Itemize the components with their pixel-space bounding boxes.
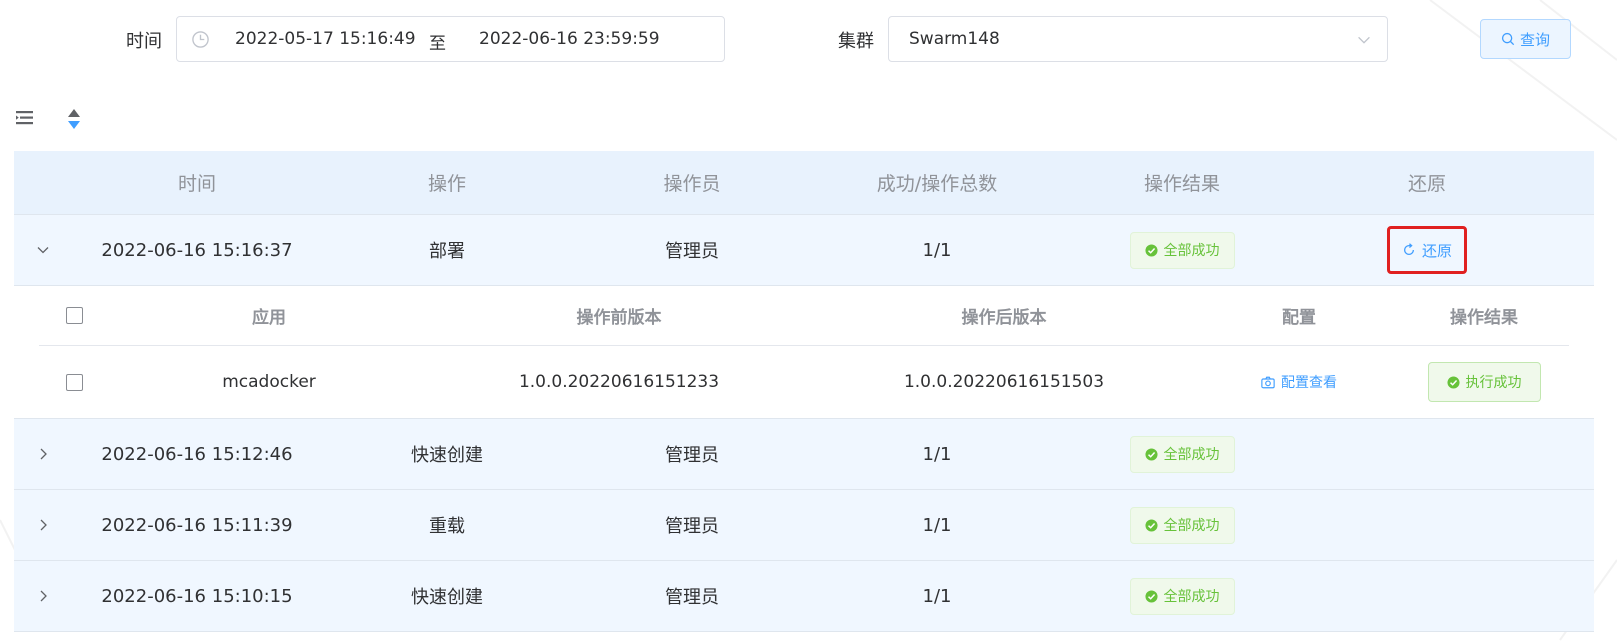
row-operator: 管理员 xyxy=(665,241,719,262)
time-filter-label: 时间 xyxy=(126,31,162,52)
row-result: 全部成功 xyxy=(1062,435,1302,473)
cluster-select-value: Swarm148 xyxy=(909,29,1000,49)
table-row[interactable]: 2022-06-16 15:10:15 快速创建 管理员 1/1 全部成功 xyxy=(14,561,1594,632)
start-date-input[interactable]: 2022-05-17 15:16:49 xyxy=(235,29,416,49)
row-time: 2022-06-16 15:12:46 xyxy=(101,443,293,465)
detail-result-cell: 执行成功 xyxy=(1399,362,1569,402)
restore-button[interactable]: 还原 xyxy=(1386,226,1467,274)
check-circle-icon xyxy=(1144,589,1158,603)
header-count: 成功/操作总数 xyxy=(876,173,998,195)
row-time: 2022-06-16 15:11:39 xyxy=(101,514,293,536)
date-range-picker[interactable]: 2022-05-17 15:16:49 至 2022-06-16 23:59:5… xyxy=(176,16,725,62)
chevron-right-icon xyxy=(40,448,47,460)
expand-toggle[interactable] xyxy=(14,518,72,532)
row-operator: 管理员 xyxy=(665,587,719,608)
row-select-cell xyxy=(39,373,109,391)
table-row[interactable]: 2022-06-16 15:12:46 快速创建 管理员 1/1 全部成功 xyxy=(14,419,1594,490)
row-count: 1/1 xyxy=(922,514,952,536)
detail-header-app: 应用 xyxy=(252,308,286,328)
detail-row[interactable]: mcadocker 1.0.0.20220616151233 1.0.0.202… xyxy=(39,346,1569,418)
end-date-input[interactable]: 2022-06-16 23:59:59 xyxy=(479,29,660,49)
status-badge-label: 全部成功 xyxy=(1163,589,1220,605)
execution-status-label: 执行成功 xyxy=(1465,375,1522,391)
column-settings-icon[interactable] xyxy=(16,110,34,126)
chevron-right-icon xyxy=(40,519,47,531)
detail-config-cell: 配置查看 xyxy=(1199,372,1399,392)
row-operation: 部署 xyxy=(429,241,465,262)
row-count: 1/1 xyxy=(922,443,952,465)
header-time: 时间 xyxy=(177,173,216,195)
status-badge-label: 全部成功 xyxy=(1163,447,1220,463)
sort-icon[interactable] xyxy=(67,108,81,130)
detail-after-version: 1.0.0.20220616151503 xyxy=(903,372,1105,392)
table-header: 时间 操作 操作员 成功/操作总数 操作结果 还原 xyxy=(14,151,1594,215)
detail-header: 应用 操作前版本 操作后版本 配置 操作结果 xyxy=(39,286,1569,346)
expand-toggle[interactable] xyxy=(14,447,72,461)
chevron-down-icon xyxy=(1358,36,1370,44)
header-operator: 操作员 xyxy=(663,173,721,195)
view-config-label: 配置查看 xyxy=(1281,375,1337,391)
row-restore: 还原 xyxy=(1302,226,1552,274)
execution-status-badge: 执行成功 xyxy=(1427,362,1541,402)
range-separator: 至 xyxy=(429,34,446,54)
header-operation: 操作 xyxy=(427,173,466,195)
camera-icon xyxy=(1261,376,1275,388)
detail-header-result: 操作结果 xyxy=(1450,308,1518,328)
detail-header-after: 操作后版本 xyxy=(961,308,1047,328)
row-operation: 快速创建 xyxy=(411,445,483,466)
status-badge: 全部成功 xyxy=(1129,577,1235,615)
table-row[interactable]: 2022-06-16 15:11:39 重载 管理员 1/1 全部成功 xyxy=(14,490,1594,561)
chevron-right-icon xyxy=(40,590,47,602)
row-time: 2022-06-16 15:16:37 xyxy=(101,239,293,261)
row-count: 1/1 xyxy=(922,239,952,261)
restore-button-label: 还原 xyxy=(1421,241,1452,260)
cluster-select[interactable]: Swarm148 xyxy=(888,16,1388,62)
detail-header-before: 操作前版本 xyxy=(576,308,662,328)
row-operator: 管理员 xyxy=(665,516,719,537)
check-circle-icon xyxy=(1144,243,1158,257)
check-circle-icon xyxy=(1446,375,1460,389)
view-config-button[interactable]: 配置查看 xyxy=(1261,372,1337,392)
clock-icon xyxy=(192,31,209,48)
status-badge: 全部成功 xyxy=(1129,506,1235,544)
cluster-filter-label: 集群 xyxy=(838,31,874,52)
search-icon xyxy=(1501,32,1515,46)
row-result: 全部成功 xyxy=(1062,577,1302,615)
check-circle-icon xyxy=(1144,518,1158,532)
status-badge-label: 全部成功 xyxy=(1163,518,1220,534)
header-result: 操作结果 xyxy=(1143,173,1220,195)
chevron-down-icon xyxy=(37,247,49,254)
select-all-checkbox[interactable] xyxy=(65,307,83,324)
select-all-cell xyxy=(39,307,109,324)
detail-header-config: 配置 xyxy=(1282,308,1316,328)
refresh-icon xyxy=(1403,243,1415,256)
row-operator: 管理员 xyxy=(665,445,719,466)
expand-toggle[interactable] xyxy=(14,589,72,603)
row-checkbox[interactable] xyxy=(65,373,83,391)
row-count: 1/1 xyxy=(922,585,952,607)
status-badge-label: 全部成功 xyxy=(1163,243,1220,259)
collapse-toggle[interactable] xyxy=(14,243,72,257)
row-time: 2022-06-16 15:10:15 xyxy=(101,585,293,607)
status-badge: 全部成功 xyxy=(1129,435,1235,473)
row-operation: 快速创建 xyxy=(411,587,483,608)
row-detail-panel: 应用 操作前版本 操作后版本 配置 操作结果 mcadocker 1.0.0.2… xyxy=(14,286,1594,419)
detail-before-version: 1.0.0.20220616151233 xyxy=(518,372,720,392)
query-button[interactable]: 查询 xyxy=(1480,19,1571,59)
row-result: 全部成功 xyxy=(1062,506,1302,544)
header-restore: 还原 xyxy=(1407,173,1446,195)
status-badge: 全部成功 xyxy=(1129,231,1235,269)
check-circle-icon xyxy=(1144,447,1158,461)
table-row[interactable]: 2022-06-16 15:16:37 部署 管理员 1/1 全部成功 还原 xyxy=(14,215,1594,286)
row-operation: 重载 xyxy=(429,516,465,537)
operation-log-table: 时间 操作 操作员 成功/操作总数 操作结果 还原 2022-06-16 15:… xyxy=(14,151,1594,632)
row-result: 全部成功 xyxy=(1062,231,1302,269)
detail-app: mcadocker xyxy=(222,372,316,392)
query-button-label: 查询 xyxy=(1519,30,1550,49)
